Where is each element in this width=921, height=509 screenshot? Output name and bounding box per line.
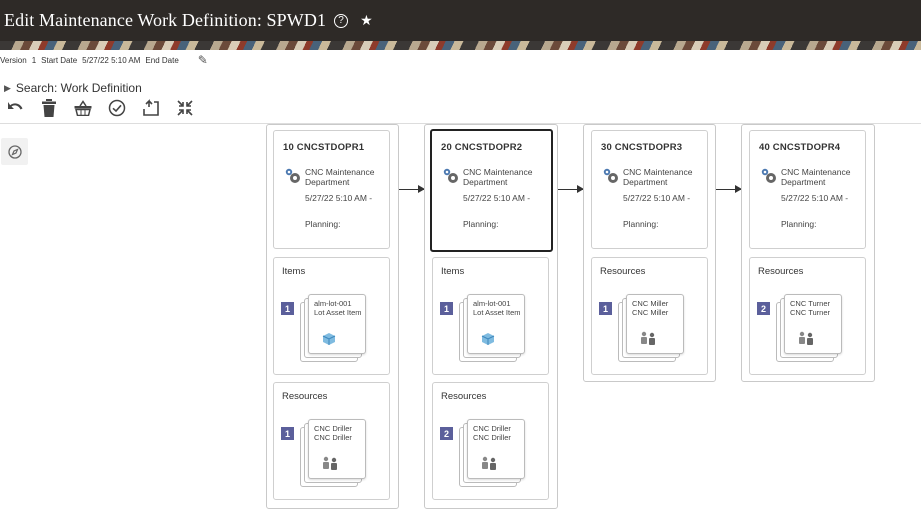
item-name: alm-lot-001	[314, 299, 352, 308]
flow-arrow	[558, 185, 584, 193]
section-header: Items	[282, 266, 306, 277]
department: CNC Maintenance Department	[623, 167, 693, 187]
resources-section: Resources 2 CNC Turner CNC Turner	[749, 257, 866, 375]
operation-date: 5/27/22 5:10 AM -	[305, 193, 373, 203]
count-badge: 1	[440, 302, 453, 315]
operation-date: 5/27/22 5:10 AM -	[623, 193, 691, 203]
resource-name: CNC Miller	[632, 299, 669, 308]
operation-name: 10 CNCSTDOPR1	[283, 142, 365, 153]
operation-date: 5/27/22 5:10 AM -	[781, 193, 849, 203]
department: CNC Maintenance Department	[305, 167, 375, 187]
operation-card-30[interactable]: 30 CNCSTDOPR3 CNC Maintenance Department …	[591, 130, 708, 249]
count-badge: 2	[757, 302, 770, 315]
flow-arrow	[399, 185, 425, 193]
operation-card-20[interactable]: 20 CNCSTDOPR2 CNC Maintenance Department …	[430, 129, 553, 252]
department: CNC Maintenance Department	[463, 167, 533, 187]
edit-pencil-icon[interactable]: ✎	[198, 53, 208, 67]
start-date-label: Start Date	[41, 55, 78, 65]
operation-name: 40 CNCSTDOPR4	[759, 142, 841, 153]
planning-label: Planning:	[623, 219, 659, 229]
items-section: Items 1 alm-lot-001 Lot Asset Item	[273, 257, 390, 375]
gear-icon	[443, 168, 458, 183]
section-header: Resources	[441, 391, 487, 402]
resource-name: CNC Driller	[314, 424, 352, 433]
planning-label: Planning:	[781, 219, 817, 229]
section-header: Resources	[282, 391, 328, 402]
section-header: Resources	[600, 266, 646, 277]
count-badge: 1	[281, 302, 294, 315]
basket-icon[interactable]	[72, 98, 94, 118]
collapse-icon[interactable]	[174, 98, 196, 118]
start-date-value: 5/27/22 5:10 AM	[82, 55, 141, 65]
delete-icon[interactable]	[38, 98, 60, 118]
toolbar	[4, 98, 208, 118]
resource-desc: CNC Turner	[790, 308, 831, 317]
item-desc: Lot Asset Item	[473, 308, 521, 317]
page-title: Edit Maintenance Work Definition: SPWD1	[4, 10, 327, 30]
expand-triangle-icon[interactable]: ▶	[4, 83, 11, 94]
item-name: alm-lot-001	[473, 299, 511, 308]
resource-card-stack[interactable]: CNC Driller CNC Driller	[300, 417, 370, 489]
item-desc: Lot Asset Item	[314, 308, 362, 317]
item-card-stack[interactable]: alm-lot-001 Lot Asset Item	[459, 292, 529, 364]
resource-card-stack[interactable]: CNC Driller CNC Driller	[459, 417, 529, 489]
planning-label: Planning:	[305, 219, 341, 229]
operation-card-40[interactable]: 40 CNCSTDOPR4 CNC Maintenance Department …	[749, 130, 866, 249]
version-value: 1	[31, 55, 37, 65]
resource-desc: CNC Miller	[632, 308, 669, 317]
work-definition-meta: Version 1 Start Date 5/27/22 5:10 AM End…	[0, 53, 213, 67]
count-badge: 1	[599, 302, 612, 315]
compass-icon[interactable]	[1, 138, 28, 165]
resources-section: Resources 1 CNC Driller CNC Driller	[273, 382, 390, 500]
resource-desc: CNC Driller	[314, 433, 352, 442]
operation-card-10[interactable]: 10 CNCSTDOPR1 CNC Maintenance Department …	[273, 130, 390, 249]
gear-icon	[761, 168, 776, 183]
people-icon	[799, 331, 813, 345]
check-circle-icon[interactable]	[106, 98, 128, 118]
gear-icon	[603, 168, 618, 183]
resource-name: CNC Turner	[790, 299, 831, 308]
operation-date: 5/27/22 5:10 AM -	[463, 193, 531, 203]
operation-name: 20 CNCSTDOPR2	[441, 142, 523, 153]
people-icon	[323, 456, 337, 470]
star-icon[interactable]: ★	[360, 12, 373, 29]
search-label: Search: Work Definition	[15, 81, 142, 95]
resources-section: Resources 2 CNC Driller CNC Driller	[432, 382, 549, 500]
resource-name: CNC Driller	[473, 424, 511, 433]
gear-icon	[285, 168, 300, 183]
page-header: Edit Maintenance Work Definition: SPWD1 …	[0, 0, 921, 41]
count-badge: 1	[281, 427, 294, 440]
planning-label: Planning:	[463, 219, 499, 229]
search-disclosure[interactable]: ▶ Search: Work Definition	[4, 81, 142, 95]
publish-icon[interactable]	[140, 98, 162, 118]
people-icon	[482, 456, 496, 470]
count-badge: 2	[440, 427, 453, 440]
resource-desc: CNC Driller	[473, 433, 511, 442]
help-icon[interactable]: ?	[334, 13, 349, 28]
department: CNC Maintenance Department	[781, 167, 851, 187]
section-header: Resources	[758, 266, 804, 277]
section-header: Items	[441, 266, 465, 277]
resources-section: Resources 1 CNC Miller CNC Miller	[591, 257, 708, 375]
flow-arrow	[716, 185, 742, 193]
decorative-banner	[0, 41, 921, 50]
end-date-label: End Date	[145, 55, 179, 65]
resource-card-stack[interactable]: CNC Turner CNC Turner	[776, 292, 846, 364]
resource-card-stack[interactable]: CNC Miller CNC Miller	[618, 292, 688, 364]
operation-name: 30 CNCSTDOPR3	[601, 142, 683, 153]
cube-icon	[481, 333, 495, 345]
undo-icon[interactable]	[4, 98, 26, 118]
version-label: Version	[0, 55, 27, 65]
people-icon	[641, 331, 655, 345]
cube-icon	[322, 333, 336, 345]
item-card-stack[interactable]: alm-lot-001 Lot Asset Item	[300, 292, 370, 364]
items-section: Items 1 alm-lot-001 Lot Asset Item	[432, 257, 549, 375]
